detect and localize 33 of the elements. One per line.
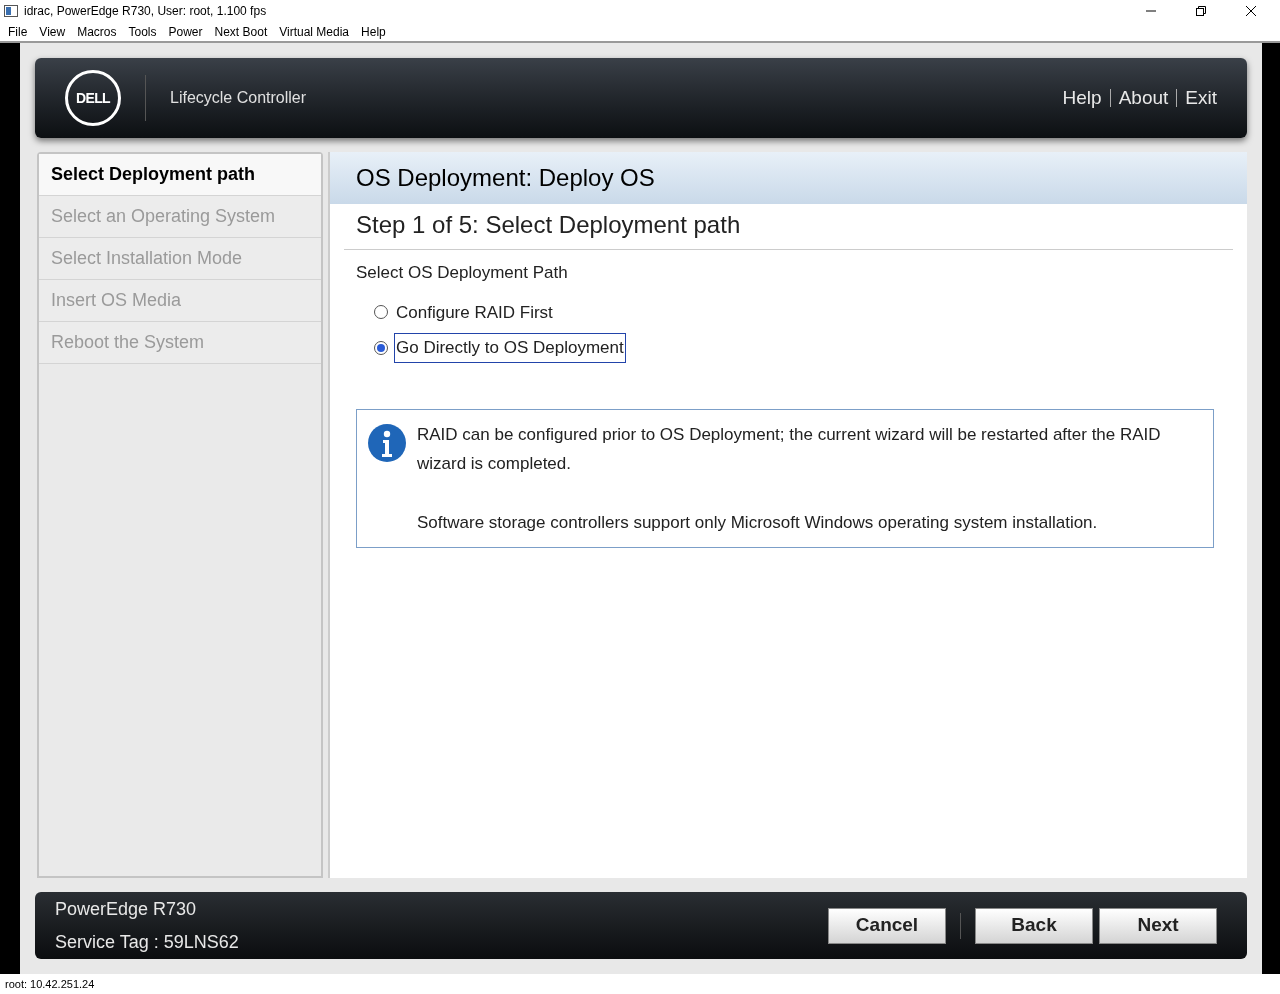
info-text: Software storage controllers support only Microsoft Windows operating system installation. — [417, 511, 1099, 534]
header-link[interactable]: About — [1118, 83, 1169, 113]
radio-button[interactable] — [374, 305, 388, 320]
footer-button[interactable]: Back — [975, 907, 1093, 944]
window-title: idrac, PowerEdge R730, User: root, 1.100 fps — [24, 3, 267, 20]
menu-item[interactable]: File — [2, 22, 34, 41]
menu-item[interactable]: Virtual Media — [273, 22, 356, 41]
footer-button[interactable]: Next — [1099, 907, 1217, 944]
panel-title: OS Deployment: Deploy OS — [330, 152, 1247, 204]
footer-button[interactable]: Cancel — [828, 907, 946, 944]
header-link[interactable]: Help — [1062, 83, 1102, 113]
wizard-step: Select Deployment path — [39, 154, 321, 196]
menu-item[interactable]: View — [33, 22, 72, 41]
info-icon — [367, 422, 407, 463]
restore-icon[interactable] — [1195, 5, 1207, 17]
radio-label[interactable]: Go Directly to OS Deployment — [394, 333, 626, 363]
model-name: PowerEdge R730 — [55, 897, 198, 921]
product-name: Lifecycle Controller — [170, 88, 307, 108]
info-text: RAID can be configured prior to OS Deployment; the current wizard will be restarted after the RAID wizard is completed. — [417, 423, 1162, 475]
menu-item[interactable]: Macros — [71, 22, 123, 41]
step-title: Step 1 of 5: Select Deployment path — [344, 204, 1233, 250]
service-tag: Service Tag : 59LNS62 — [55, 928, 239, 956]
menu-item[interactable]: Next Boot — [208, 22, 274, 41]
radio-button[interactable] — [374, 340, 388, 355]
app-icon — [4, 5, 18, 17]
group-label: Select OS Deployment Path — [355, 262, 569, 284]
radio-label[interactable]: Configure RAID First — [394, 297, 555, 327]
header-link[interactable]: Exit — [1185, 83, 1217, 113]
logo: DELL — [65, 70, 121, 126]
menu-item[interactable]: Power — [162, 22, 209, 41]
close-icon[interactable] — [1245, 5, 1257, 17]
menu-item[interactable]: Help — [355, 22, 392, 41]
menu-item[interactable]: Tools — [122, 22, 163, 41]
